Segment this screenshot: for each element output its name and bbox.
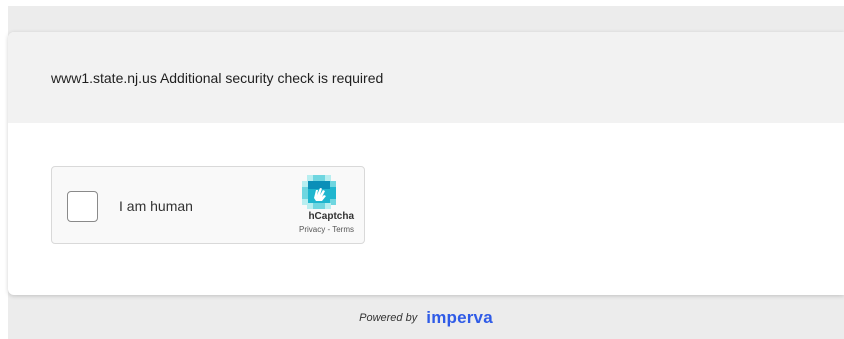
privacy-link[interactable]: Privacy: [299, 225, 325, 234]
security-message: www1.state.nj.us Additional security che…: [51, 69, 384, 86]
hcaptcha-brand-name: hCaptcha: [308, 211, 354, 222]
hcaptcha-widget: I am human hCaptcha Privacy - Terms: [51, 166, 365, 244]
card-header: www1.state.nj.us Additional security che…: [8, 32, 844, 123]
hcaptcha-branding: hCaptcha Privacy - Terms: [284, 175, 354, 234]
checkbox-label: I am human: [119, 198, 193, 214]
security-check-card: www1.state.nj.us Additional security che…: [8, 32, 844, 295]
hcaptcha-hand-icon: [302, 175, 336, 209]
hcaptcha-links: Privacy - Terms: [284, 225, 354, 234]
powered-by-text: Powered by: [359, 312, 418, 324]
human-checkbox[interactable]: [67, 191, 98, 222]
imperva-logo: imperva: [426, 308, 493, 327]
footer: Powered by imperva: [8, 308, 844, 328]
terms-link[interactable]: Terms: [332, 225, 354, 234]
